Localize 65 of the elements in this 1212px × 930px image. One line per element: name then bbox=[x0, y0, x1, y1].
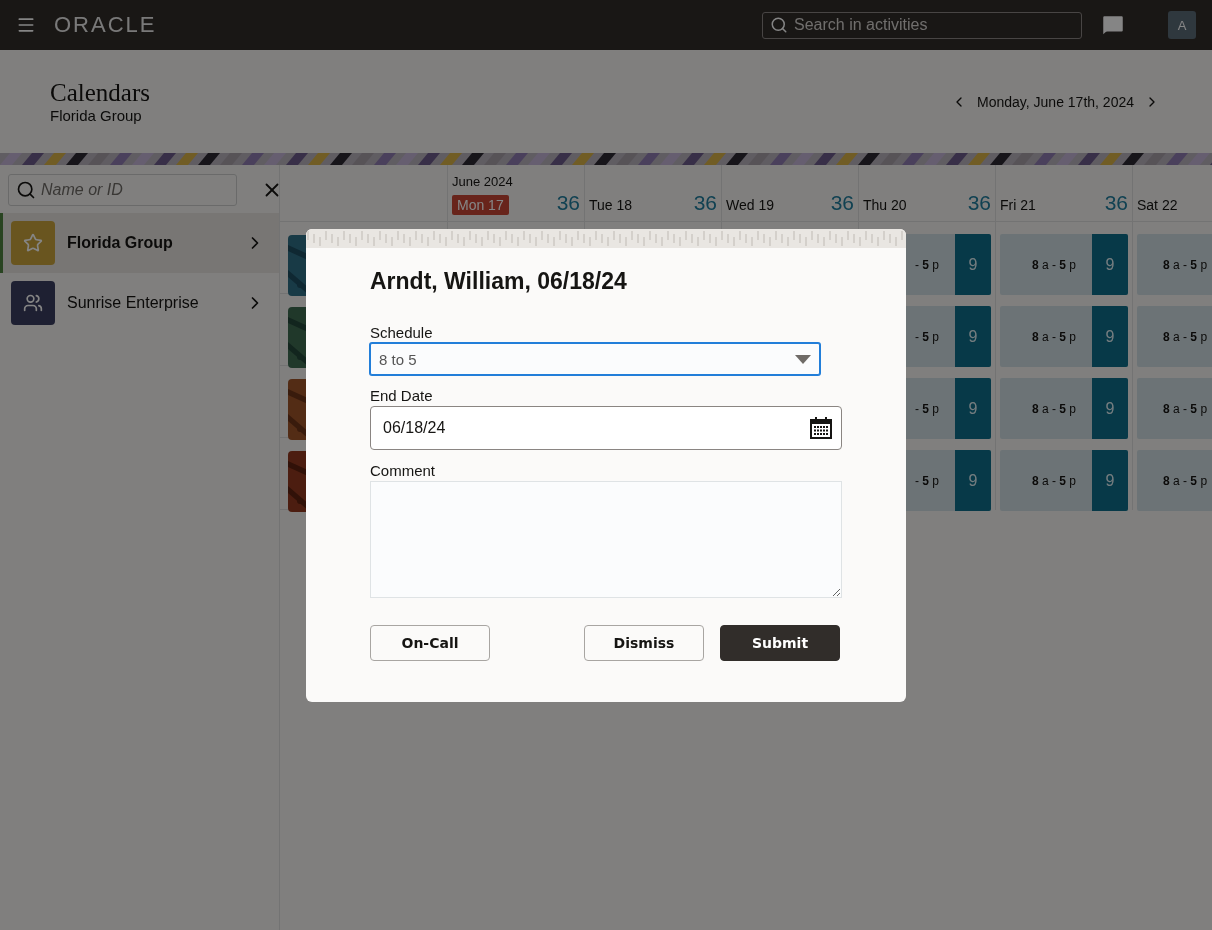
field-label: Comment bbox=[370, 462, 437, 479]
submit-button[interactable]: Submit bbox=[720, 625, 840, 661]
people-icon bbox=[11, 281, 55, 325]
schedule-select[interactable]: 8 to 5 bbox=[370, 343, 820, 375]
shift-time: 8 a - 5 p bbox=[1030, 473, 1077, 488]
shift-time: 8 a - 5 p bbox=[1030, 257, 1077, 272]
shift-block[interactable]: 8 a - 5 p bbox=[1137, 450, 1212, 511]
shift-time: - 5 p bbox=[913, 473, 940, 488]
group-item[interactable]: Florida Group bbox=[0, 213, 279, 273]
shift-hours: 9 bbox=[955, 450, 991, 511]
day-label: Fri 21 bbox=[1000, 196, 1036, 215]
shift-block[interactable]: 8 a - 5 p bbox=[1137, 378, 1212, 439]
shift-block[interactable]: 8 a - 5 p bbox=[1137, 234, 1212, 295]
end-date-field[interactable]: 06/18/24 bbox=[370, 406, 842, 450]
shift-block[interactable]: 8 a - 5 p 9 bbox=[1000, 234, 1128, 295]
search-field[interactable]: Search in activities bbox=[762, 11, 1082, 39]
shift-hours: 9 bbox=[1092, 234, 1128, 295]
comment-field[interactable] bbox=[370, 481, 842, 598]
dropdown-icon bbox=[795, 354, 811, 364]
shift-hours: 9 bbox=[955, 306, 991, 367]
logo: ORACLE bbox=[54, 12, 157, 38]
shift-hours: 9 bbox=[1092, 378, 1128, 439]
shift-hours: 9 bbox=[1092, 450, 1128, 511]
day-count: 36 bbox=[693, 191, 717, 215]
group-item[interactable]: Sunrise Enterprise bbox=[0, 273, 279, 333]
dialog-button[interactable]: On-Call bbox=[370, 625, 490, 661]
day-label: Sat 22 bbox=[1137, 196, 1178, 215]
shift-hours: 9 bbox=[955, 378, 991, 439]
day-count: 36 bbox=[967, 191, 991, 215]
shift-time: - 5 p bbox=[913, 401, 940, 416]
shift-time: 8 a - 5 p bbox=[1030, 401, 1077, 416]
shift-hours: 9 bbox=[1092, 306, 1128, 367]
day-count: 36 bbox=[830, 191, 854, 215]
shift-hours: 9 bbox=[955, 234, 991, 295]
shift-time: 8 a - 5 p bbox=[1162, 257, 1209, 272]
user-avatar[interactable]: A bbox=[1168, 11, 1196, 39]
shift-block[interactable]: 8 a - 5 p 9 bbox=[1000, 378, 1128, 439]
search-icon bbox=[16, 180, 36, 200]
shift-time: 8 a - 5 p bbox=[1162, 329, 1209, 344]
month-label: June 2024 bbox=[452, 174, 514, 189]
shift-block[interactable]: 8 a - 5 p 9 bbox=[1000, 306, 1128, 367]
day-label: Wed 19 bbox=[726, 196, 774, 215]
shift-time: 8 a - 5 p bbox=[1162, 401, 1209, 416]
name-search-field[interactable]: Name or ID bbox=[8, 174, 237, 206]
day-count: 36 bbox=[556, 191, 580, 215]
shift-block[interactable]: 8 a - 5 p bbox=[1137, 306, 1212, 367]
shift-time: 8 a - 5 p bbox=[1030, 329, 1077, 344]
field-label: End Date bbox=[370, 387, 434, 404]
field-label: Schedule bbox=[370, 324, 434, 341]
dialog-title: Arndt, William, 06/18/24 bbox=[370, 268, 628, 295]
day-count: 36 bbox=[1104, 191, 1128, 215]
shift-time: - 5 p bbox=[913, 329, 940, 344]
current-date: Monday, June 17th, 2024 bbox=[977, 93, 1134, 110]
page-subtitle: Florida Group bbox=[50, 107, 143, 124]
search-icon bbox=[770, 16, 788, 34]
dialog-button[interactable]: Dismiss bbox=[584, 625, 704, 661]
page-title: Calendars bbox=[50, 79, 150, 107]
shift-time: - 5 p bbox=[913, 257, 940, 272]
day-label: Tue 18 bbox=[589, 196, 633, 215]
shift-time: 8 a - 5 p bbox=[1162, 473, 1209, 488]
day-label: Mon 17 bbox=[452, 195, 509, 215]
shift-block[interactable]: 8 a - 5 p 9 bbox=[1000, 450, 1128, 511]
calendar-icon[interactable] bbox=[810, 417, 832, 439]
day-label: Thu 20 bbox=[863, 196, 907, 215]
menu-icon[interactable] bbox=[16, 15, 36, 35]
